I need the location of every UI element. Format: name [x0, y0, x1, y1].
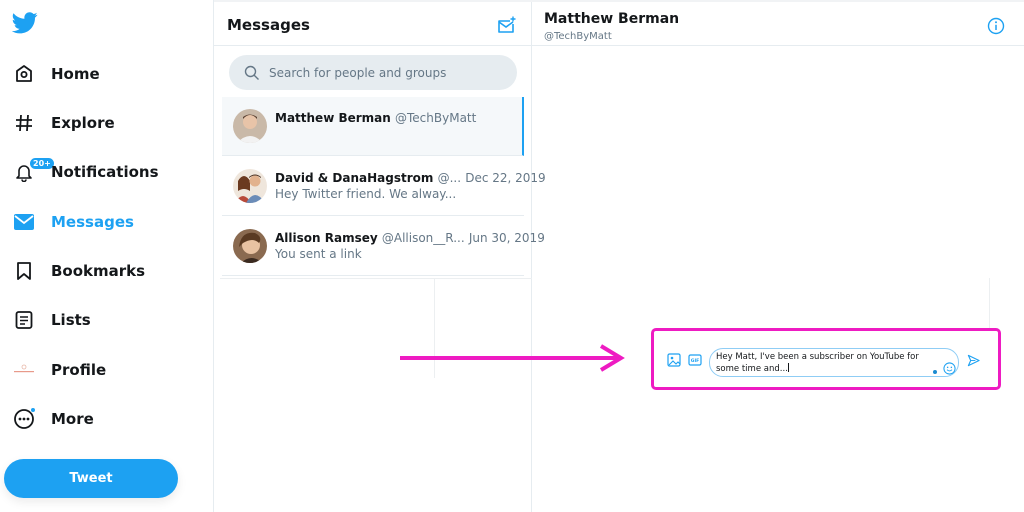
sidebar-item-bookmarks[interactable]: Bookmarks — [0, 251, 210, 291]
sidebar: Home Explore 20+ Notifications Messages — [0, 0, 214, 512]
sidebar-item-messages[interactable]: Messages — [0, 202, 210, 242]
avatar — [233, 229, 267, 263]
envelope-icon — [12, 210, 36, 234]
sidebar-item-explore[interactable]: Explore — [0, 103, 210, 143]
sidebar-item-more[interactable]: More — [0, 399, 210, 439]
sidebar-item-label: Bookmarks — [51, 262, 146, 280]
twitter-messages-screen: Home Explore 20+ Notifications Messages — [0, 0, 1024, 512]
message-input-text[interactable]: Hey Matt, I've been a subscriber on YouT… — [716, 352, 938, 375]
messages-title: Messages — [227, 16, 310, 34]
image-icon[interactable] — [667, 353, 681, 367]
chat-header: Matthew Berman @TechByMatt — [532, 0, 1024, 46]
hashtag-icon — [12, 111, 36, 135]
profile-avatar-icon — [12, 358, 36, 382]
message-input[interactable]: Hey Matt, I've been a subscriber on YouT… — [709, 348, 959, 377]
sidebar-item-profile[interactable]: Profile — [0, 350, 210, 390]
search-icon — [244, 65, 259, 80]
sidebar-item-label: More — [51, 410, 94, 428]
twitter-bird-icon[interactable] — [12, 12, 38, 34]
send-icon[interactable] — [967, 354, 980, 367]
conversation-handle: @TechByMatt — [395, 111, 477, 125]
text-caret — [787, 363, 789, 372]
conversation-handle: @Allison__R... — [381, 231, 465, 245]
messages-list-panel: Messages Matthew Berman @TechByMatt — [214, 0, 546, 512]
conversation-handle: @... — [437, 171, 462, 185]
sidebar-item-label: Messages — [51, 213, 134, 231]
sidebar-item-label: Home — [51, 65, 100, 83]
conversation-title: David & DanaHagstrom @... Dec 22, 2019 — [275, 171, 546, 185]
conversation-title: Matthew Berman @TechByMatt — [275, 111, 476, 125]
chat-panel: Matthew Berman @TechByMatt — [532, 0, 1024, 512]
tweet-button[interactable]: Tweet — [4, 459, 178, 498]
sidebar-item-label: Notifications — [51, 163, 159, 181]
conversation-item[interactable]: Allison Ramsey @Allison__R... Jun 30, 20… — [222, 217, 545, 276]
list-icon — [12, 308, 36, 332]
sidebar-item-home[interactable]: Home — [0, 54, 210, 94]
message-draft: Hey Matt, I've been a subscriber on YouT… — [716, 352, 919, 374]
conversation-name: Matthew Berman — [275, 111, 391, 125]
typing-indicator-dot — [933, 370, 937, 374]
avatar — [233, 169, 267, 203]
arrow-annotation-icon — [400, 344, 625, 372]
new-message-icon[interactable] — [496, 16, 516, 36]
gif-icon[interactable]: GIF — [688, 353, 702, 367]
conversation-name: David & DanaHagstrom — [275, 171, 434, 185]
conversation-item[interactable]: Matthew Berman @TechByMatt — [222, 97, 524, 156]
sidebar-item-label: Lists — [51, 311, 91, 329]
bookmark-icon — [12, 259, 36, 283]
chat-contact-handle: @TechByMatt — [544, 31, 612, 42]
more-icon — [12, 407, 36, 431]
bell-icon: 20+ — [12, 157, 55, 184]
conversation-preview: Hey Twitter friend. We alway... — [275, 187, 457, 201]
sidebar-item-notifications[interactable]: 20+ Notifications — [0, 152, 210, 192]
messages-header: Messages — [214, 0, 532, 46]
avatar — [233, 109, 267, 143]
inset-divider — [220, 278, 532, 279]
search-bar[interactable] — [229, 55, 517, 90]
info-icon[interactable] — [987, 17, 1005, 35]
sidebar-item-lists[interactable]: Lists — [0, 300, 210, 340]
home-icon — [12, 62, 36, 86]
conversation-title: Allison Ramsey @Allison__R... Jun 30, 20… — [275, 231, 545, 245]
sidebar-item-label: Profile — [51, 361, 107, 379]
sidebar-item-label: Explore — [51, 114, 115, 132]
conversation-item[interactable]: David & DanaHagstrom @... Dec 22, 2019 H… — [222, 157, 546, 216]
conversation-preview: You sent a link — [275, 247, 362, 261]
message-composer: GIF Hey Matt, I've been a subscriber on … — [654, 335, 998, 385]
search-input[interactable] — [269, 55, 509, 90]
chat-contact-name: Matthew Berman — [544, 11, 680, 27]
emoji-icon[interactable] — [943, 362, 956, 375]
highlighted-message-composer: GIF Hey Matt, I've been a subscriber on … — [651, 328, 1001, 390]
conversation-name: Allison Ramsey — [275, 231, 378, 245]
svg-text:GIF: GIF — [691, 358, 699, 364]
more-unread-dot — [30, 407, 36, 413]
